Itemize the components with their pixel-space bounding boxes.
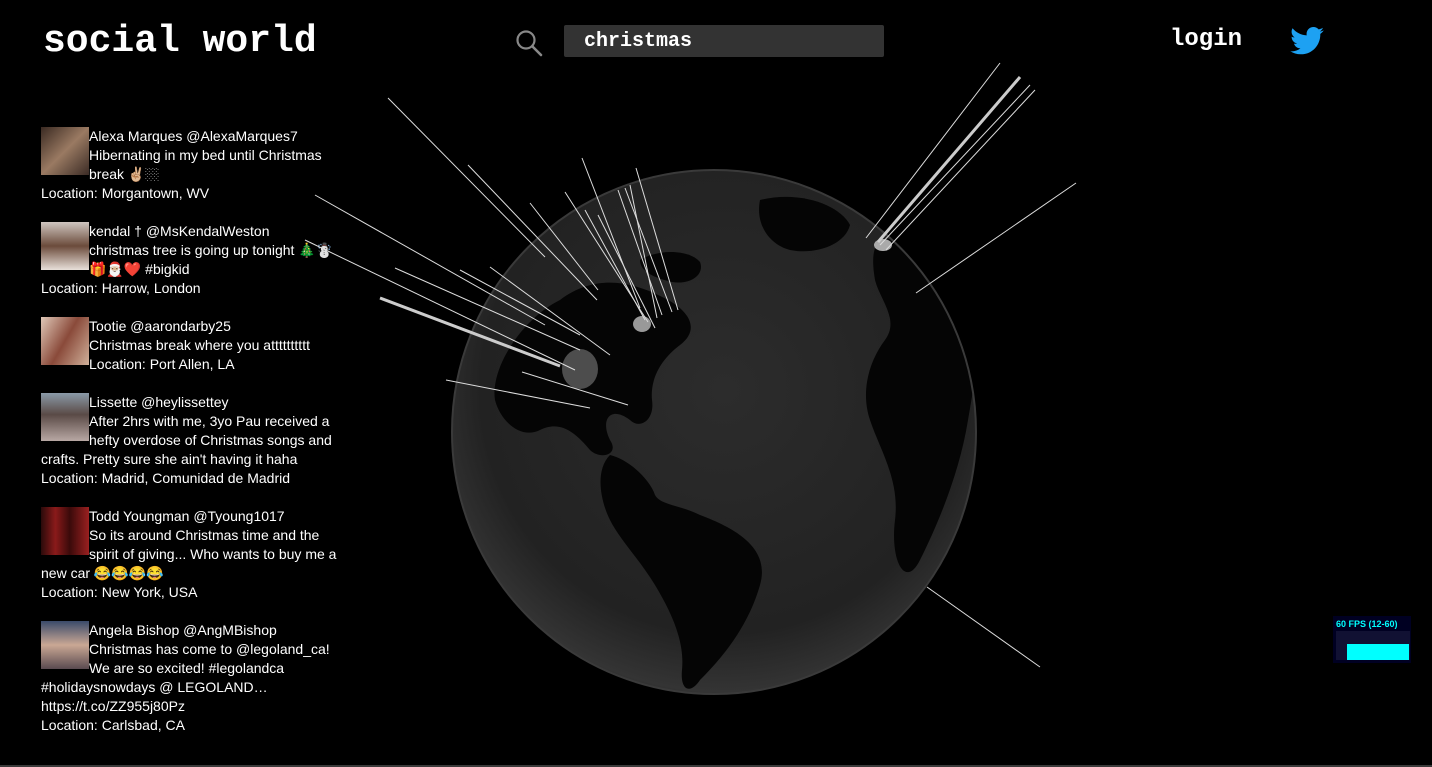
avatar[interactable] [41, 222, 89, 270]
search-icon[interactable] [514, 28, 544, 58]
search-input[interactable] [564, 25, 884, 57]
avatar[interactable] [41, 127, 89, 175]
login-link[interactable]: login [1170, 26, 1242, 53]
tweet-user: Lissette @heylissettey [89, 394, 229, 410]
fps-graph [1347, 644, 1409, 660]
avatar[interactable] [41, 393, 89, 441]
tweet-user: Alexa Marques @AlexaMarques7 [89, 128, 298, 144]
tweet-text: christmas tree is going up tonight 🎄☃️🎁🎅… [89, 242, 334, 277]
tweet-item[interactable]: Tootie @aarondarby25 Christmas break whe… [41, 317, 341, 374]
twitter-bird-icon[interactable] [1290, 27, 1324, 55]
tweet-text: Hibernating in my bed until Christmas br… [89, 147, 322, 182]
globe-visualization[interactable] [300, 55, 1100, 715]
tweet-location: Location: Carlsbad, CA [41, 717, 185, 733]
tweet-user: Angela Bishop @AngMBishop [89, 622, 277, 638]
tweet-cluster-marker[interactable] [562, 349, 598, 389]
tweet-user: Tootie @aarondarby25 [89, 318, 231, 334]
tweet-location: Location: Madrid, Comunidad de Madrid [41, 470, 291, 486]
tweet-feed: Alexa Marques @AlexaMarques7 Hibernating… [41, 127, 341, 754]
avatar[interactable] [41, 621, 89, 669]
fps-monitor: 60 FPS (12-60) [1333, 616, 1411, 663]
tweet-item[interactable]: Todd Youngman @Tyoung1017 So its around … [41, 507, 341, 602]
avatar[interactable] [41, 317, 89, 365]
tweet-text: Christmas break where you atttttttttt [89, 337, 310, 353]
tweet-location: Location: New York, USA [41, 584, 198, 600]
avatar[interactable] [41, 507, 89, 555]
tweet-item[interactable]: Alexa Marques @AlexaMarques7 Hibernating… [41, 127, 341, 203]
tweet-cluster-marker[interactable] [874, 239, 892, 251]
tweet-item[interactable]: Angela Bishop @AngMBishop Christmas has … [41, 621, 341, 735]
tweet-location: Location: Harrow, London [41, 280, 201, 296]
tweet-cluster-marker[interactable] [633, 316, 651, 332]
tweet-item[interactable]: Lissette @heylissettey After 2hrs with m… [41, 393, 341, 488]
fps-label: 60 FPS (12-60) [1336, 619, 1398, 629]
app-logo: social world [43, 20, 317, 63]
tweet-item[interactable]: kendal † @MsKendalWeston christmas tree … [41, 222, 341, 298]
tweet-user: kendal † @MsKendalWeston [89, 223, 270, 239]
tweet-location: Location: Morgantown, WV [41, 185, 210, 201]
tweet-user: Todd Youngman @Tyoung1017 [89, 508, 285, 524]
